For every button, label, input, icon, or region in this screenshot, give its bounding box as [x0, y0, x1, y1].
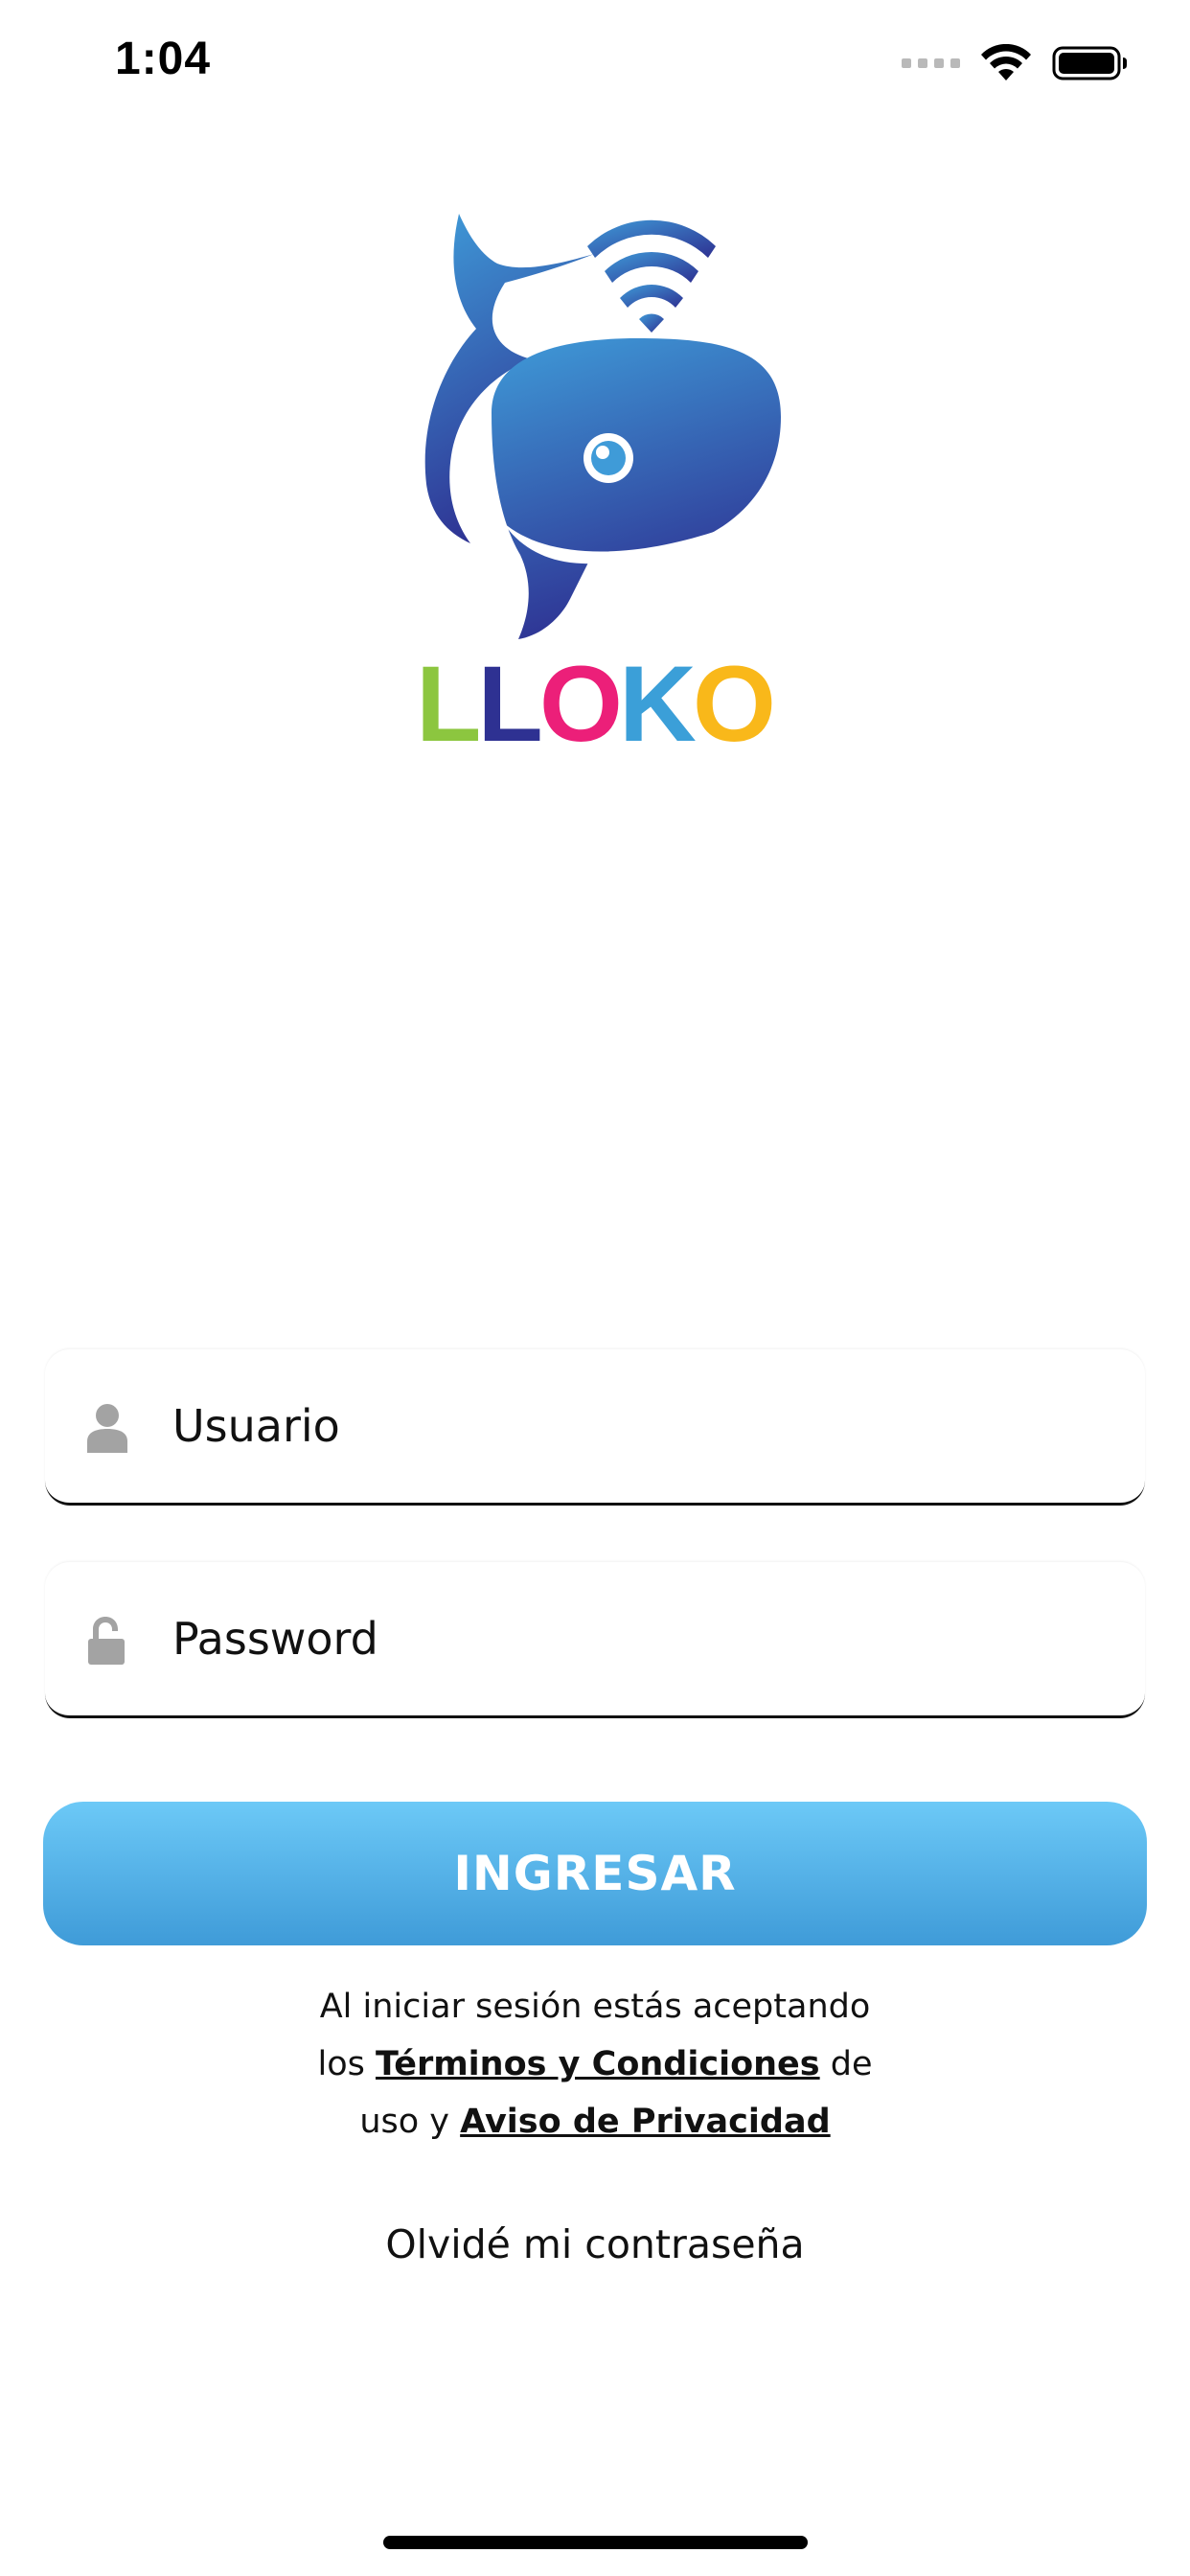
cellular-signal-icon — [902, 58, 960, 68]
status-bar: 1:04 — [0, 0, 1190, 134]
username-field[interactable] — [45, 1349, 1145, 1506]
privacy-notice-link[interactable]: Aviso de Privacidad — [460, 2103, 831, 2141]
wifi-icon — [981, 44, 1031, 80]
forgot-password-link[interactable]: Olvidé mi contraseña — [0, 2221, 1190, 2267]
brand-letter: L — [416, 644, 481, 764]
terms-conditions-link[interactable]: Términos y Condiciones — [376, 2045, 820, 2083]
status-icons — [902, 42, 1129, 84]
terms-notice: Al iniciar sesión estás aceptando los Té… — [164, 1978, 1026, 2150]
terms-line2-suffix: de — [830, 2045, 873, 2083]
password-input[interactable] — [172, 1600, 1111, 1677]
login-button[interactable]: INGRESAR — [43, 1802, 1147, 1945]
brand-wordmark: LLOKO — [398, 647, 790, 762]
brand-letter: L — [477, 644, 542, 764]
terms-line2-prefix: los — [317, 2045, 365, 2083]
home-indicator[interactable] — [383, 2536, 808, 2549]
whale-icon — [424, 214, 781, 639]
user-icon — [87, 1404, 127, 1453]
terms-line1: Al iniciar sesión estás aceptando — [319, 1988, 871, 2026]
brand-letter: O — [538, 644, 623, 764]
brand-letter: K — [618, 644, 697, 764]
status-time: 1:04 — [115, 34, 212, 84]
unlock-icon — [88, 1617, 125, 1665]
app-logo: LLOKO — [398, 206, 790, 762]
battery-icon — [1052, 46, 1127, 80]
password-field[interactable] — [45, 1562, 1145, 1718]
brand-letter: O — [692, 644, 776, 764]
username-input[interactable] — [172, 1388, 1111, 1464]
terms-line3-prefix: uso y — [359, 2103, 449, 2141]
